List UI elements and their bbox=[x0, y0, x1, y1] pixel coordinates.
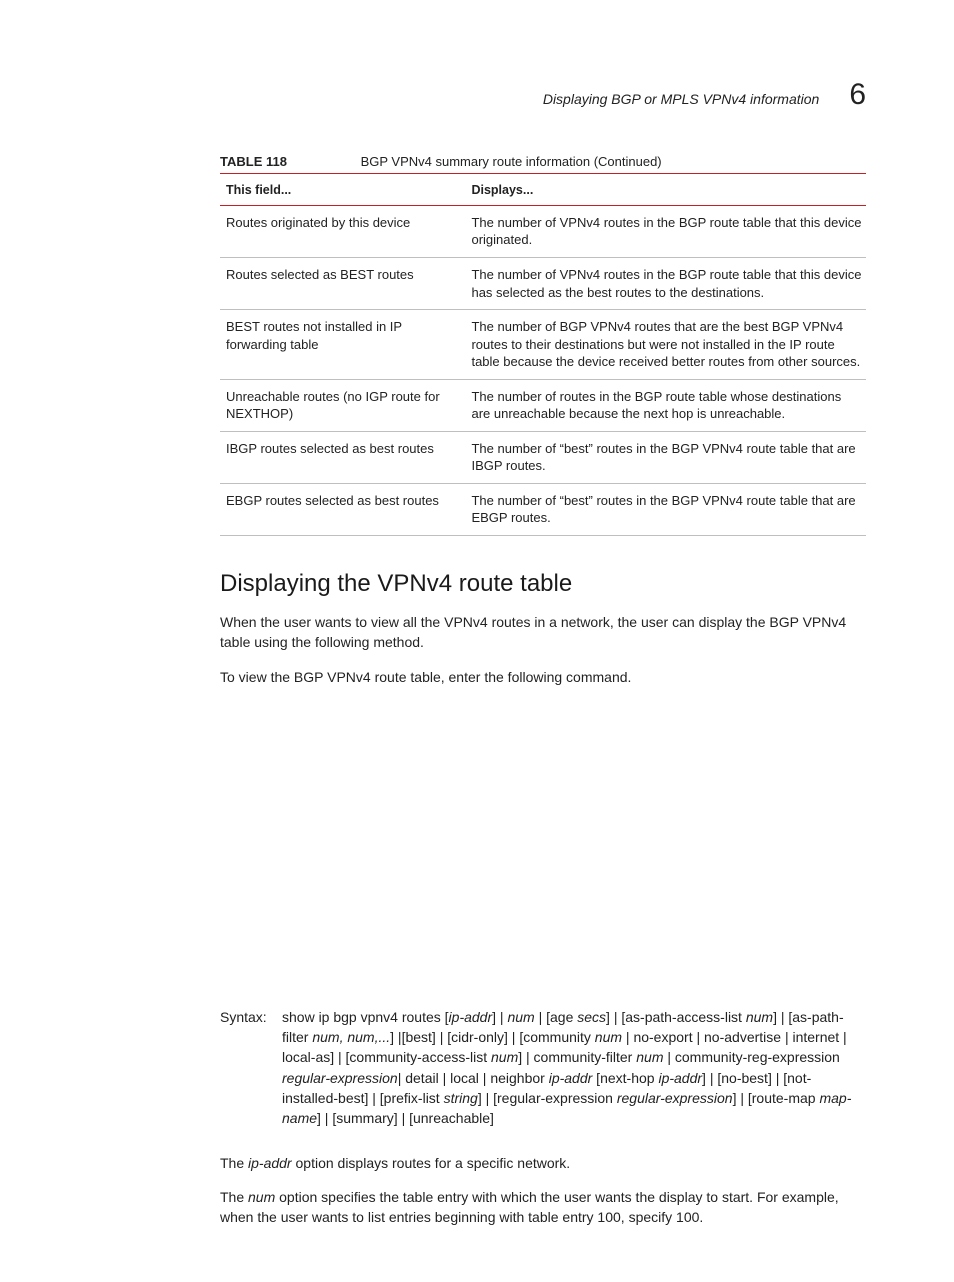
syntax-variable: num bbox=[746, 1009, 773, 1025]
syntax-variable: regular-expression bbox=[617, 1090, 733, 1106]
summary-route-table: This field... Displays... Routes origina… bbox=[220, 176, 866, 536]
cell-displays: The number of VPNv4 routes in the BGP ro… bbox=[465, 257, 866, 309]
syntax-variable: num bbox=[595, 1029, 622, 1045]
section-paragraph: When the user wants to view all the VPNv… bbox=[220, 612, 866, 653]
syntax-variable: ip-addr bbox=[449, 1009, 493, 1025]
running-header: Displaying BGP or MPLS VPNv4 information… bbox=[220, 80, 866, 110]
cell-field: EBGP routes selected as best routes bbox=[220, 483, 465, 535]
table-row: Unreachable routes (no IGP route for NEX… bbox=[220, 379, 866, 431]
syntax-block: Syntax: show ip bgp vpnv4 routes [ip-add… bbox=[220, 1007, 866, 1129]
syntax-variable: regular-expression bbox=[282, 1070, 398, 1086]
table-row: Routes originated by this deviceThe numb… bbox=[220, 205, 866, 257]
syntax-label: Syntax: bbox=[220, 1007, 282, 1129]
section-paragraph: To view the BGP VPNv4 route table, enter… bbox=[220, 667, 866, 687]
cell-displays: The number of routes in the BGP route ta… bbox=[465, 379, 866, 431]
text: The bbox=[220, 1155, 248, 1171]
text: option displays routes for a specific ne… bbox=[292, 1155, 571, 1171]
syntax-variable: secs bbox=[577, 1009, 606, 1025]
table-row: BEST routes not installed in IP forwardi… bbox=[220, 310, 866, 380]
col-header-displays: Displays... bbox=[465, 176, 866, 205]
table-caption-label: TABLE 118 bbox=[220, 154, 287, 169]
cell-displays: The number of “best” routes in the BGP V… bbox=[465, 431, 866, 483]
cell-displays: The number of BGP VPNv4 routes that are … bbox=[465, 310, 866, 380]
tail-paragraph: The ip-addr option displays routes for a… bbox=[220, 1153, 866, 1173]
ip-addr-term: ip-addr bbox=[248, 1155, 292, 1171]
cell-field: BEST routes not installed in IP forwardi… bbox=[220, 310, 465, 380]
syntax-variable: num bbox=[491, 1049, 518, 1065]
tail-paragraph: The num option specifies the table entry… bbox=[220, 1187, 866, 1228]
chapter-number: 6 bbox=[849, 80, 866, 110]
syntax-variable: num bbox=[636, 1049, 663, 1065]
syntax-content: show ip bgp vpnv4 routes [ip-addr] | num… bbox=[282, 1007, 866, 1129]
running-title: Displaying BGP or MPLS VPNv4 information bbox=[543, 91, 819, 107]
syntax-variable: map-name bbox=[282, 1090, 851, 1126]
cell-field: Routes selected as BEST routes bbox=[220, 257, 465, 309]
page: Displaying BGP or MPLS VPNv4 information… bbox=[0, 0, 954, 1282]
table-row: EBGP routes selected as best routesThe n… bbox=[220, 483, 866, 535]
table-row: IBGP routes selected as best routesThe n… bbox=[220, 431, 866, 483]
cell-displays: The number of VPNv4 routes in the BGP ro… bbox=[465, 205, 866, 257]
syntax-variable: ip-addr bbox=[549, 1070, 593, 1086]
num-term: num bbox=[248, 1189, 275, 1205]
table-header-row: This field... Displays... bbox=[220, 176, 866, 205]
syntax-variable: num, num,... bbox=[312, 1029, 390, 1045]
syntax-variable: ip-addr bbox=[658, 1070, 702, 1086]
table-caption-text: BGP VPNv4 summary route information (Con… bbox=[361, 154, 662, 169]
syntax-variable: string bbox=[444, 1090, 478, 1106]
cell-field: Unreachable routes (no IGP route for NEX… bbox=[220, 379, 465, 431]
syntax-variable: num bbox=[507, 1009, 534, 1025]
text: option specifies the table entry with wh… bbox=[220, 1189, 839, 1225]
text: The bbox=[220, 1189, 248, 1205]
col-header-field: This field... bbox=[220, 176, 465, 205]
cell-field: Routes originated by this device bbox=[220, 205, 465, 257]
cell-displays: The number of “best” routes in the BGP V… bbox=[465, 483, 866, 535]
table-row: Routes selected as BEST routesThe number… bbox=[220, 257, 866, 309]
section-heading: Displaying the VPNv4 route table bbox=[220, 570, 866, 598]
table-caption: TABLE 118 BGP VPNv4 summary route inform… bbox=[220, 154, 866, 174]
cell-field: IBGP routes selected as best routes bbox=[220, 431, 465, 483]
